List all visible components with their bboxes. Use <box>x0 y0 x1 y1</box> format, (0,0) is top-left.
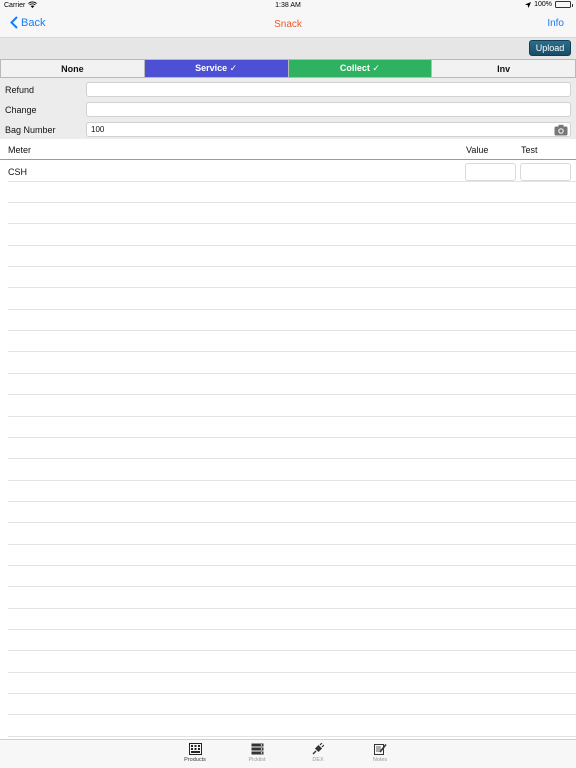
table-row: CSH <box>8 161 576 182</box>
picklist-icon <box>251 743 263 755</box>
empty-table-row <box>8 182 576 203</box>
empty-table-row <box>8 524 576 545</box>
refund-label: Refund <box>5 85 35 95</box>
notes-icon <box>373 744 387 755</box>
empty-table-row <box>8 417 576 438</box>
refund-field[interactable] <box>86 82 571 97</box>
empty-table-row <box>8 331 576 353</box>
test-input[interactable] <box>520 163 571 181</box>
segment-service[interactable]: Service ✓ <box>144 60 289 77</box>
tab-products[interactable]: Products <box>175 743 215 763</box>
change-field[interactable] <box>86 102 571 117</box>
empty-table-row <box>8 609 576 630</box>
change-row: Change <box>0 99 576 119</box>
empty-table-row <box>8 630 576 652</box>
bag-number-row: Bag Number 100 <box>0 119 576 139</box>
tab-dex[interactable]: DEX <box>298 743 338 763</box>
change-label: Change <box>5 105 37 115</box>
empty-table-row <box>8 566 576 588</box>
empty-table-row <box>8 246 576 268</box>
status-bar: Carrier 1:38 AM 100% <box>0 0 576 12</box>
meter-table-header: Meter Value Test <box>0 141 576 160</box>
empty-table-row <box>8 694 576 716</box>
upload-button[interactable]: Upload <box>529 40 571 56</box>
tab-notes[interactable]: Notes <box>360 743 400 763</box>
value-input[interactable] <box>465 163 516 181</box>
empty-table-row <box>8 502 576 524</box>
meter-name: CSH <box>8 167 28 177</box>
battery-percent: 100% <box>534 1 552 8</box>
empty-table-row <box>8 481 576 502</box>
empty-table-row <box>8 225 576 246</box>
bag-number-field[interactable]: 100 <box>86 122 571 137</box>
toolbar: Upload <box>0 37 576 59</box>
empty-table-row <box>8 588 576 609</box>
empty-table-row <box>8 310 576 332</box>
refund-row: Refund <box>0 79 576 99</box>
dex-icon <box>312 743 324 755</box>
empty-table-row <box>8 396 576 417</box>
status-right: 100% <box>525 1 573 8</box>
column-value: Value <box>466 145 489 155</box>
visit-type-segmented-control: None Service ✓ Collect ✓ Inv <box>0 59 576 78</box>
tab-products-label: Products <box>184 757 206 763</box>
column-meter: Meter <box>8 145 32 155</box>
products-icon <box>188 743 202 755</box>
navigation-bar: Back Snack Info <box>0 12 576 37</box>
empty-table-row <box>8 203 576 225</box>
tab-dex-label: DEX <box>312 757 324 763</box>
empty-table-row <box>8 267 576 289</box>
info-button[interactable]: Info <box>547 18 564 29</box>
empty-table-row <box>8 652 576 673</box>
battery-icon <box>555 1 573 8</box>
empty-table-row <box>8 374 576 396</box>
empty-table-row <box>8 545 576 566</box>
empty-table-row <box>8 716 576 737</box>
empty-table-row <box>8 460 576 481</box>
tab-picklist-label: Picklist <box>248 757 266 763</box>
segment-inv[interactable]: Inv <box>432 60 575 77</box>
clock: 1:38 AM <box>275 2 301 9</box>
bag-number-label: Bag Number <box>5 125 56 135</box>
empty-table-row <box>8 438 576 460</box>
column-test: Test <box>521 145 538 155</box>
tab-notes-label: Notes <box>372 757 388 763</box>
empty-table-row <box>8 353 576 374</box>
empty-table-row <box>8 289 576 310</box>
collection-form: Refund Change Bag Number 100 <box>0 78 576 139</box>
segment-collect[interactable]: Collect ✓ <box>288 60 433 77</box>
camera-icon[interactable] <box>554 123 568 136</box>
tab-bar: Products Picklist DEX Notes <box>0 739 576 768</box>
empty-table-row <box>8 673 576 695</box>
page-title: Snack <box>274 19 302 30</box>
segment-none[interactable]: None <box>1 60 145 77</box>
location-icon <box>525 1 532 8</box>
tab-picklist[interactable]: Picklist <box>237 743 277 763</box>
